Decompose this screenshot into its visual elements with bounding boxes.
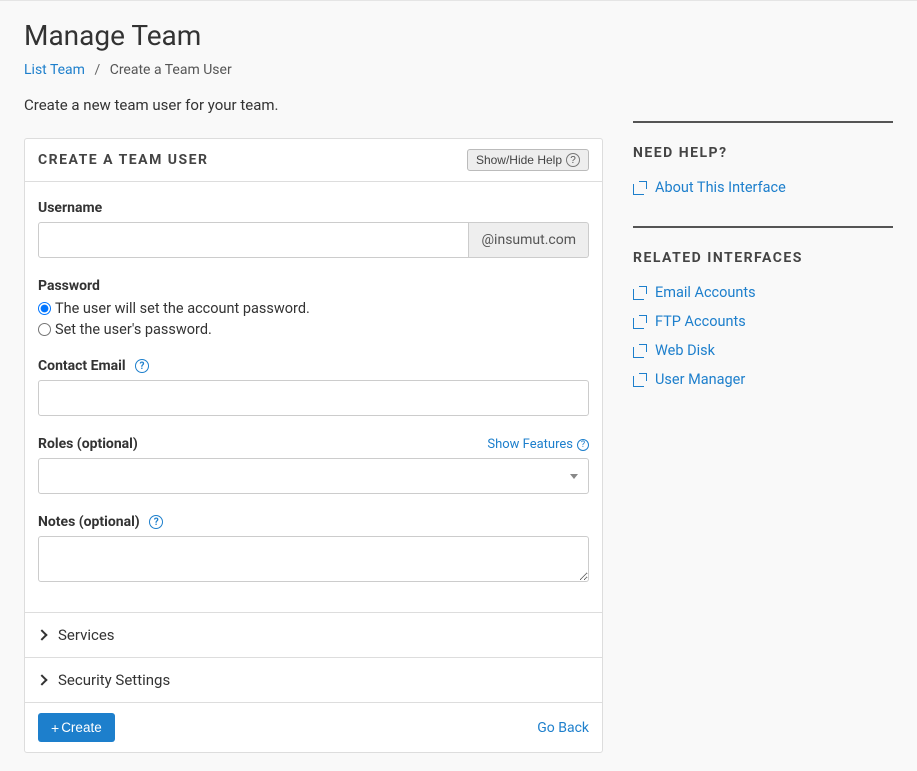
external-link-icon (633, 181, 647, 195)
related-link-label: FTP Accounts (655, 313, 746, 330)
show-features-text: Show Features (487, 437, 573, 452)
create-button-label: Create (61, 720, 102, 735)
page-title: Manage Team (24, 19, 603, 52)
page-intro: Create a new team user for your team. (24, 96, 603, 114)
breadcrumb-link-list-team[interactable]: List Team (24, 62, 85, 78)
related-link-label: Web Disk (655, 342, 715, 359)
related-link-ftp[interactable]: FTP Accounts (633, 313, 893, 330)
panel-title: CREATE A TEAM USER (38, 152, 209, 168)
contact-email-input[interactable] (38, 380, 589, 416)
password-option-user-label: The user will set the account password. (55, 300, 310, 317)
related-interfaces-section: RELATED INTERFACES Email Accounts FTP Ac… (633, 226, 893, 388)
contact-email-label-text: Contact Email (38, 358, 126, 374)
related-title: RELATED INTERFACES (633, 250, 893, 266)
question-icon: ? (577, 439, 589, 451)
breadcrumb: List Team / Create a Team User (24, 62, 603, 78)
external-link-icon (633, 344, 647, 358)
plus-icon: + (51, 721, 59, 735)
username-label: Username (38, 200, 589, 216)
show-features-link[interactable]: Show Features ? (487, 437, 589, 452)
related-link-email[interactable]: Email Accounts (633, 284, 893, 301)
password-label: Password (38, 278, 589, 294)
accordion-security[interactable]: Security Settings (25, 657, 602, 702)
breadcrumb-current: Create a Team User (110, 62, 232, 78)
accordion-security-label: Security Settings (58, 671, 170, 689)
help-link-label: About This Interface (655, 179, 786, 196)
help-link-about[interactable]: About This Interface (633, 179, 893, 196)
username-input[interactable] (38, 222, 469, 258)
notes-textarea[interactable] (38, 536, 589, 582)
chevron-down-icon (570, 474, 578, 479)
create-button[interactable]: + Create (38, 713, 115, 742)
chevron-right-icon (36, 674, 47, 685)
notes-label: Notes (optional) ? (38, 514, 589, 530)
roles-label: Roles (optional) (38, 436, 138, 452)
question-icon: ? (566, 153, 580, 167)
password-option-user-radio[interactable] (38, 302, 51, 315)
toggle-help-button[interactable]: Show/Hide Help ? (467, 149, 589, 171)
domain-suffix: @insumut.com (469, 222, 589, 258)
question-icon[interactable]: ? (149, 515, 163, 529)
toggle-help-label: Show/Hide Help (476, 153, 562, 167)
create-user-panel: CREATE A TEAM USER Show/Hide Help ? User… (24, 138, 603, 753)
chevron-right-icon (36, 629, 47, 640)
breadcrumb-separator: / (94, 62, 100, 78)
external-link-icon (633, 315, 647, 329)
roles-select[interactable] (38, 458, 589, 494)
related-link-webdisk[interactable]: Web Disk (633, 342, 893, 359)
related-link-label: Email Accounts (655, 284, 756, 301)
question-icon[interactable]: ? (135, 359, 149, 373)
password-option-admin-radio[interactable] (38, 323, 51, 336)
need-help-section: NEED HELP? About This Interface (633, 121, 893, 196)
accordion-services-label: Services (58, 626, 115, 644)
external-link-icon (633, 373, 647, 387)
contact-email-label: Contact Email ? (38, 358, 589, 374)
notes-label-text: Notes (optional) (38, 514, 140, 530)
need-help-title: NEED HELP? (633, 145, 893, 161)
go-back-link[interactable]: Go Back (537, 720, 589, 736)
related-link-label: User Manager (655, 371, 745, 388)
accordion-services[interactable]: Services (25, 612, 602, 657)
external-link-icon (633, 286, 647, 300)
password-option-admin-label: Set the user's password. (55, 321, 212, 338)
related-link-usermanager[interactable]: User Manager (633, 371, 893, 388)
